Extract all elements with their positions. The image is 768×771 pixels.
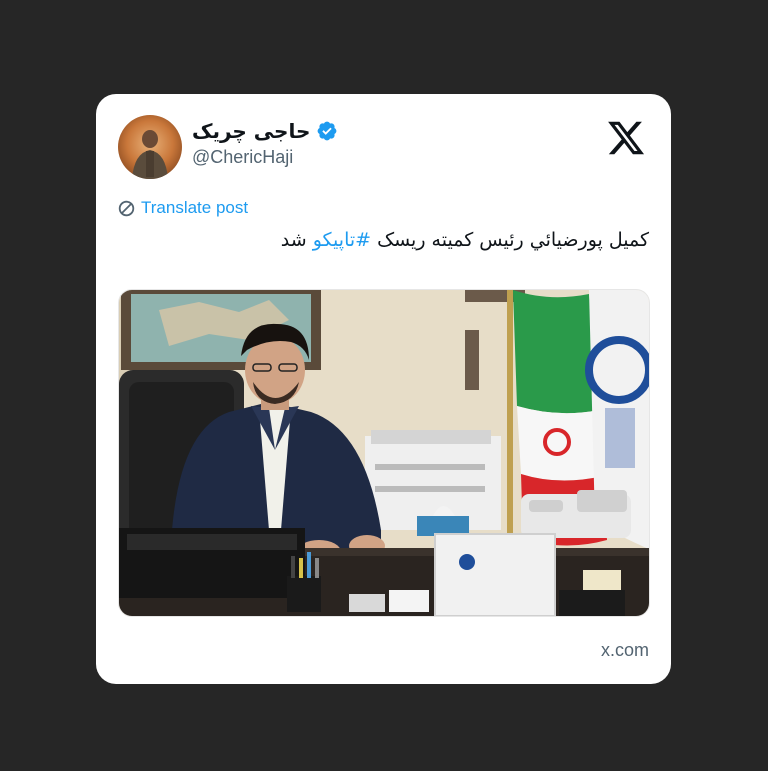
x-logo-icon[interactable] [605,118,647,158]
author-handle[interactable]: @ChericHaji [192,147,338,168]
avatar[interactable] [118,115,182,179]
tweet-text: کمیل پورضیائي رئیس کمیته ریسک #تاپیکو شد [281,229,649,251]
tweet-text-after: شد [280,229,313,251]
globe-icon [118,200,135,217]
tweet-card[interactable]: حاجی چریک @ChericHaji Translate post کمی… [96,94,671,684]
tweet-text-before: کمیل پورضیائي رئیس کمیته ریسک [371,229,649,251]
translate-post-link[interactable]: Translate post [118,198,248,218]
tweet-photo[interactable] [118,289,650,617]
verified-check-icon [316,120,338,142]
author-display-name[interactable]: حاجی چریک [192,119,310,143]
hashtag-link[interactable]: #تاپیکو [313,229,371,251]
source-domain[interactable]: x.com [601,640,649,661]
translate-post-label: Translate post [141,198,249,217]
